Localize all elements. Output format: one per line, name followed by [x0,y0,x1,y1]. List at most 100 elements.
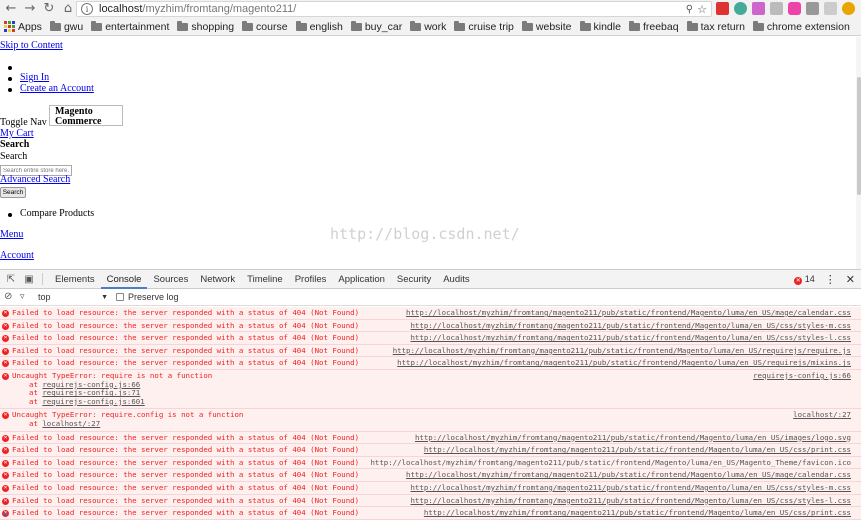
tab-security[interactable]: Security [391,270,437,289]
bookmark-folder[interactable]: chrome extension [752,20,850,33]
tab-application[interactable]: Application [332,270,390,289]
clear-console-icon[interactable]: ⊘ [4,291,12,302]
tab-elements[interactable]: Elements [49,270,101,289]
scroll-thumb[interactable] [857,77,861,195]
error-source-link[interactable]: http://localhost/myzhim/fromtang/magento… [410,495,851,508]
folder-icon [628,20,640,31]
bookmark-folder[interactable]: shopping [177,20,234,33]
error-source-link[interactable]: localhost/:27 [793,411,851,420]
error-source-link[interactable]: http://localhost/myzhim/fromtang/magento… [406,469,851,482]
bookmark-folder[interactable]: course [242,20,288,33]
folder-icon [410,20,422,31]
error-source-link[interactable]: http://localhost/myzhim/fromtang/magento… [410,482,851,495]
bookmark-folder[interactable]: gwu [49,20,84,33]
error-source-link[interactable]: http://localhost/myzhim/fromtang/magento… [393,345,851,358]
bookmark-folder[interactable]: kindle [579,20,621,33]
error-source-link[interactable]: http://localhost/myzhim/fromtang/magento… [406,307,851,320]
error-source-link[interactable]: http://localhost/myzhim/fromtang/magento… [397,357,851,370]
bookmark-folder[interactable]: entertainment [91,20,170,33]
folder-icon [91,20,103,31]
advanced-search-link[interactable]: Advanced Search [0,174,70,185]
error-icon: ✕ [2,472,9,480]
search-button[interactable]: Search [0,187,26,198]
error-message: Failed to load resource: the server resp… [12,333,360,343]
extension-icon[interactable] [824,2,837,15]
back-icon[interactable]: ← [3,1,19,17]
tab-timeline[interactable]: Timeline [241,270,289,289]
console-prompt[interactable]: > [0,510,861,525]
tab-network[interactable]: Network [194,270,241,289]
tab-sources[interactable]: Sources [147,270,194,289]
extension-icon[interactable] [752,2,765,15]
bookmark-folder[interactable]: english [295,20,343,33]
tab-profiles[interactable]: Profiles [289,270,333,289]
folder-icon [49,20,61,31]
device-toggle-icon[interactable]: ▣ [22,273,36,285]
info-icon[interactable]: i [81,3,93,15]
bookmark-folder[interactable]: work [410,20,446,33]
devtools-actions: ✕ 14 ⋮ ✕ [794,273,855,286]
bookmark-label: entertainment [105,20,170,33]
context-select[interactable]: top ▼ [38,291,108,303]
error-source-link[interactable]: http://localhost/myzhim/fromtang/magento… [410,320,851,333]
bookmark-folder[interactable]: freebaq [628,20,679,33]
preserve-log-label: Preserve log [128,292,179,302]
bookmark-folder[interactable]: buy_car [350,20,402,33]
bookmark-label: freebaq [642,20,679,33]
error-icon: ✕ [2,412,9,420]
error-source-text[interactable]: http://localhost/myzhim/fromtang/magento… [370,457,851,470]
address-bar[interactable]: i localhost/myzhim/fromtang/magento211/ … [76,1,712,17]
bookmark-folder[interactable]: tax return [686,20,745,33]
create-account-link[interactable]: Create an Account [20,83,94,94]
home-icon[interactable]: ⌂ [60,1,76,17]
more-options-icon[interactable]: ⋮ [825,273,836,286]
console-error-row: ✕ Failed to load resource: the server res… [0,357,861,370]
filter-icon[interactable]: ▿ [20,291,25,302]
sign-in-link[interactable]: Sign In [20,72,49,83]
error-source-link[interactable]: http://localhost/myzhim/fromtang/magento… [410,332,851,345]
error-source-link[interactable]: http://localhost/myzhim/fromtang/magento… [415,432,851,445]
bookmark-label: website [535,20,572,33]
extension-icon[interactable] [770,2,783,15]
tab-audits[interactable]: Audits [437,270,475,289]
error-count: 14 [804,274,815,284]
preserve-log-checkbox[interactable] [116,293,124,301]
bookmark-label: chrome extension [766,20,850,33]
error-counter[interactable]: ✕ 14 [794,274,815,285]
extension-icon[interactable] [842,2,855,15]
console-error-row: ✕ Failed to load resource: the server res… [0,332,861,345]
bookmark-label: gwu [63,20,84,33]
close-icon[interactable]: ✕ [846,273,855,286]
star-icon[interactable]: ☆ [697,3,707,16]
folder-icon [521,20,533,31]
tab-console[interactable]: Console [100,270,148,289]
folder-icon [177,20,189,31]
extension-icon[interactable] [734,2,747,15]
zoom-icon[interactable]: ⚲ [686,4,693,15]
console-error-row: ✕ Failed to load resource: the server res… [0,444,861,457]
error-source-link[interactable]: requirejs-config.js:66 [753,371,851,381]
bookmarks-bar: Apps gwu entertainment shopping course e… [0,18,861,36]
skip-to-content-link[interactable]: Skip to Content [0,40,63,51]
url-text[interactable]: localhost/myzhim/fromtang/magento211/ [99,3,296,15]
my-cart-link[interactable]: My Cart [0,128,34,139]
inspect-icon[interactable]: ⇱ [4,273,18,285]
page-scrollbar[interactable] [856,37,861,269]
bookmark-folder[interactable]: cruise trip [454,20,514,33]
logo-image[interactable]: Magento Commerce [49,105,123,126]
bookmark-apps[interactable]: Apps [4,21,42,33]
menu-link[interactable]: Menu [0,229,23,240]
gmail-icon[interactable] [716,2,729,15]
extension-icon[interactable] [806,2,819,15]
flickr-icon[interactable] [788,2,801,15]
bookmark-folder[interactable]: website [521,20,572,33]
account-link[interactable]: Account [0,250,34,261]
stack-link[interactable]: localhost/:27 [42,419,100,428]
error-icon: ✕ [2,322,9,330]
toggle-nav[interactable]: Toggle Nav [0,117,47,128]
reload-icon[interactable]: ↻ [41,1,57,17]
error-source-link[interactable]: http://localhost/myzhim/fromtang/magento… [424,444,851,457]
stack-link[interactable]: requirejs-config.js:601 [42,397,144,406]
forward-icon[interactable]: → [22,1,38,17]
console-error-row: ✕ Failed to load resource: the server res… [0,307,861,320]
